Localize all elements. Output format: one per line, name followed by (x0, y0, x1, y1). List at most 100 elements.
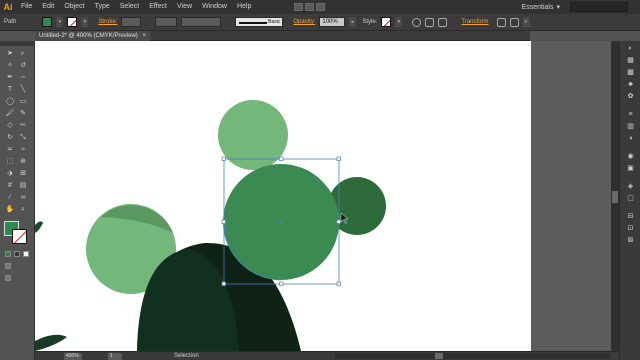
pathfinder-icon[interactable]: ⊡ (626, 225, 635, 233)
opacity-dropdown[interactable]: ▸ (349, 17, 357, 27)
hand-icon[interactable]: ✋ (5, 205, 15, 214)
artboard-navigation-field[interactable]: 1 (108, 352, 122, 360)
gradient-panel-icon[interactable]: ▥ (626, 123, 635, 131)
close-icon[interactable]: × (142, 33, 146, 39)
direct-selection-tool-icon[interactable]: ▹ (18, 49, 28, 58)
artboards-icon[interactable]: ▢ (626, 195, 635, 203)
recolor-artwork-icon[interactable] (412, 17, 422, 27)
arrange-documents-icon[interactable] (305, 3, 315, 11)
handle-top[interactable] (279, 156, 284, 161)
ellipse-icon[interactable]: ◯ (5, 97, 15, 106)
free-transform-icon[interactable]: ⬚ (5, 157, 15, 166)
align-to-icon[interactable] (425, 17, 435, 27)
handle-top-right[interactable] (336, 156, 341, 161)
stroke-link[interactable]: Stroke: (98, 19, 117, 25)
stroke-icon[interactable]: ≡ (626, 111, 635, 119)
gradient-mode-icon[interactable] (14, 251, 20, 257)
layers-icon[interactable]: ◈ (626, 183, 635, 191)
horizontal-scrollbar[interactable] (335, 353, 610, 359)
menu-type[interactable]: Type (90, 0, 115, 14)
paintbrush-icon[interactable]: 🖌 (5, 109, 15, 118)
current-tool-status[interactable]: Selection (174, 353, 199, 359)
view-mode-icon[interactable] (316, 3, 326, 11)
stroke-color-box[interactable] (12, 229, 27, 244)
blend-icon[interactable]: ∞ (18, 193, 28, 202)
screen-mode-icon[interactable] (5, 275, 11, 281)
brushes-icon[interactable]: ♣ (626, 81, 635, 89)
handle-left[interactable] (221, 219, 226, 224)
zoom-icon[interactable]: ⌕ (18, 205, 28, 214)
transform-link[interactable]: Transform (461, 19, 488, 25)
pen-icon[interactable]: ✒ (5, 73, 15, 82)
lasso-icon[interactable]: ↺ (18, 61, 28, 70)
menu-view[interactable]: View (172, 0, 197, 14)
width-icon[interactable]: ≍ (5, 145, 15, 154)
curvature-icon[interactable]: ∽ (18, 73, 28, 82)
fill-dropdown[interactable]: ▾ (56, 17, 64, 27)
opacity-field[interactable]: 100% (319, 17, 346, 27)
menu-effect[interactable]: Effect (144, 0, 172, 14)
live-paint-icon[interactable]: ⬗ (5, 169, 15, 178)
color-mode-icon[interactable] (5, 251, 11, 257)
graphic-styles-icon[interactable]: ▣ (626, 165, 635, 173)
swatches-icon[interactable]: ▩ (626, 69, 635, 77)
handle-bottom[interactable] (279, 281, 284, 286)
shape-builder-icon[interactable]: ⊕ (18, 157, 28, 166)
menu-window[interactable]: Window (197, 0, 232, 14)
perspective-icon[interactable]: ⊞ (18, 169, 28, 178)
color-guide-icon[interactable]: ▦ (626, 57, 635, 65)
handle-top-left[interactable] (221, 156, 226, 161)
line-icon[interactable]: ╲ (18, 85, 28, 94)
transform-panel-icon[interactable]: ⊠ (626, 237, 635, 245)
align-icon[interactable]: ⊟ (626, 213, 635, 221)
symbols-icon[interactable]: ✿ (626, 93, 635, 101)
fill-swatch[interactable] (42, 17, 53, 27)
style-dropdown[interactable]: ▾ (395, 17, 403, 27)
variable-width-field[interactable] (155, 17, 178, 27)
transparency-icon[interactable]: ◑ (626, 135, 635, 143)
style-swatch[interactable] (381, 17, 392, 27)
magic-wand-icon[interactable]: ✧ (5, 61, 15, 70)
isolate-icon[interactable] (438, 17, 448, 27)
bridge-icon[interactable] (294, 3, 304, 11)
handle-bottom-left[interactable] (221, 281, 226, 286)
pencil-icon[interactable]: ✎ (18, 109, 28, 118)
vertical-scrollbar[interactable] (611, 41, 619, 351)
distribute-icon[interactable] (509, 17, 519, 27)
eraser-icon[interactable]: ◇ (5, 121, 15, 130)
handle-right[interactable] (336, 219, 341, 224)
eyedropper-icon[interactable]: ⁄ (5, 193, 15, 202)
handle-bottom-right[interactable] (336, 281, 341, 286)
document-tab[interactable]: Untitled-2* @ 400% (CMYK/Preview) × (35, 31, 150, 41)
vertical-scroll-thumb[interactable] (612, 191, 618, 203)
menu-select[interactable]: Select (115, 0, 144, 14)
rotate-icon[interactable]: ↻ (5, 133, 15, 142)
stroke-weight-field[interactable] (121, 17, 142, 27)
draw-mode-icon[interactable] (5, 263, 11, 269)
brush-definition[interactable]: Basic (235, 17, 284, 27)
workspace-switcher[interactable]: Essentials ▾ (516, 2, 566, 12)
light-green-circle-top[interactable] (218, 100, 288, 170)
gradient-icon[interactable]: ▤ (18, 181, 28, 190)
horizontal-scroll-thumb[interactable] (435, 353, 443, 359)
warp-icon[interactable]: ≈ (18, 145, 28, 154)
stroke-swatch[interactable] (67, 17, 78, 27)
artboard-canvas[interactable] (35, 41, 531, 351)
menu-object[interactable]: Object (59, 0, 89, 14)
opacity-link[interactable]: Opacity: (293, 19, 315, 25)
menu-help[interactable]: Help (232, 0, 256, 14)
flip-icon[interactable] (496, 17, 506, 27)
menu-file[interactable]: File (16, 0, 37, 14)
type-icon[interactable]: T (5, 85, 15, 94)
selection-tool-icon[interactable]: ➤ (5, 49, 15, 58)
color-icon[interactable]: ◐ (626, 45, 635, 53)
profile-field[interactable] (181, 17, 222, 27)
appearance-icon[interactable]: ◉ (626, 153, 635, 161)
mesh-icon[interactable]: # (5, 181, 15, 190)
scissors-icon[interactable]: ✂ (18, 121, 28, 130)
stroke-dropdown[interactable]: ▾ (81, 17, 89, 27)
scale-icon[interactable]: ⤡ (18, 133, 28, 142)
tools-panel-header[interactable] (0, 41, 35, 46)
control-bar-menu[interactable]: ≡ (522, 17, 530, 27)
menu-edit[interactable]: Edit (37, 0, 59, 14)
